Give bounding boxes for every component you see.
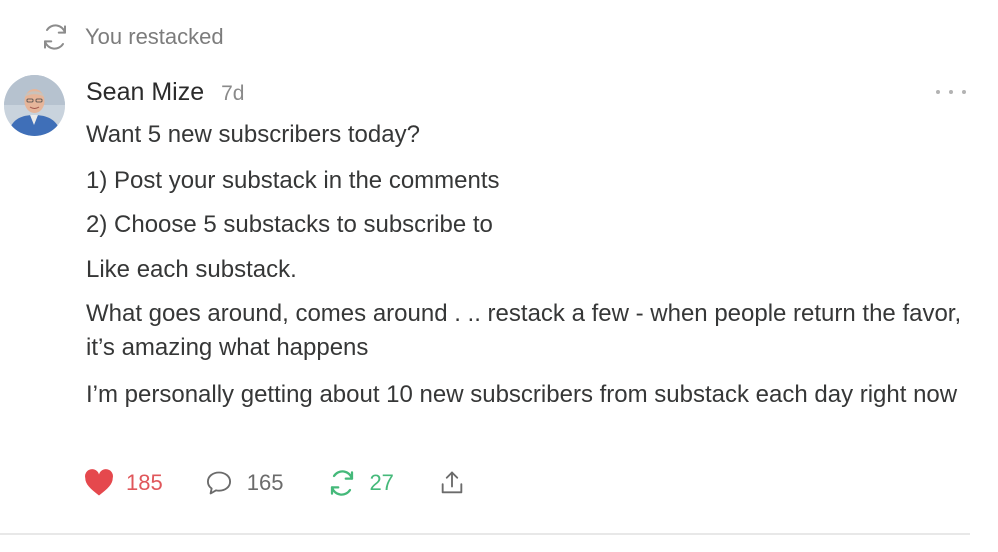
post-paragraph: 2) Choose 5 substacks to subscribe to bbox=[86, 211, 493, 238]
heart-icon bbox=[84, 469, 114, 497]
post-paragraph: 1) Post your substack in the comments bbox=[86, 167, 500, 194]
divider bbox=[0, 533, 970, 535]
timestamp[interactable]: 7d bbox=[221, 82, 244, 106]
share-icon bbox=[438, 468, 466, 498]
like-count: 185 bbox=[126, 470, 163, 495]
post-paragraph: I’m personally getting about 10 new subs… bbox=[86, 381, 958, 408]
like-button[interactable]: 185 bbox=[84, 469, 163, 497]
comment-button[interactable]: 165 bbox=[204, 469, 284, 497]
dot bbox=[936, 90, 940, 94]
post-header: Sean Mize 7d bbox=[86, 78, 244, 107]
dot bbox=[949, 90, 953, 94]
restack-icon bbox=[327, 468, 357, 498]
dot bbox=[962, 90, 966, 94]
avatar[interactable] bbox=[4, 75, 65, 136]
post-paragraph: Want 5 new subscribers today? bbox=[86, 121, 420, 148]
restack-count: 27 bbox=[369, 470, 394, 495]
comment-bubble-icon bbox=[204, 469, 234, 497]
restack-button[interactable]: 27 bbox=[327, 468, 394, 498]
action-bar: 185 165 27 bbox=[84, 468, 466, 498]
restack-icon bbox=[40, 22, 70, 52]
author-name[interactable]: Sean Mize bbox=[86, 78, 204, 107]
restack-banner-label: You restacked bbox=[85, 24, 224, 49]
more-options-icon[interactable] bbox=[936, 84, 966, 100]
restack-banner: You restacked bbox=[40, 22, 224, 52]
share-button[interactable] bbox=[438, 468, 466, 498]
comment-count: 165 bbox=[246, 470, 284, 495]
post-paragraph: Like each substack. bbox=[86, 256, 297, 283]
post-paragraph: What goes around, comes around . .. rest… bbox=[86, 300, 962, 361]
